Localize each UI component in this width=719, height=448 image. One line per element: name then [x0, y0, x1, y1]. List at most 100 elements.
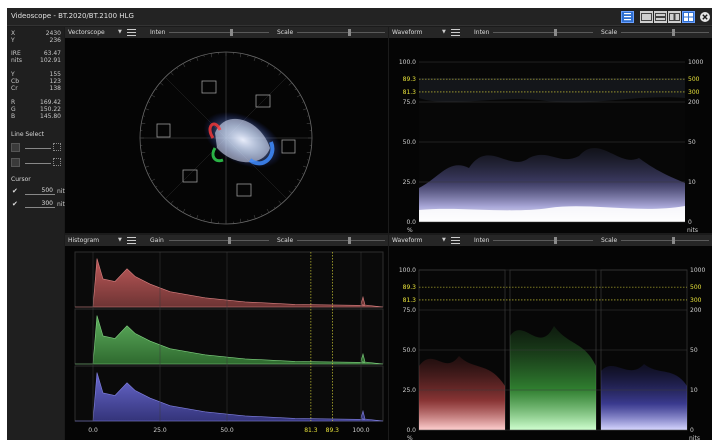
intensity-slider[interactable] — [493, 240, 593, 241]
scale-slider[interactable] — [621, 32, 709, 33]
list-view-button[interactable] — [621, 11, 634, 23]
chevron-down-icon[interactable]: ▼ — [442, 29, 446, 35]
left-unit-label: % — [407, 227, 413, 233]
left-tick-label: 25.0 — [403, 179, 417, 186]
menu-icon[interactable] — [450, 28, 461, 37]
right-tick-label: 10 — [688, 179, 696, 186]
close-icon — [700, 12, 710, 22]
crosshair-icon[interactable] — [53, 158, 61, 166]
scope-mode-select[interactable]: Waveform — [392, 237, 422, 244]
cursor-2-checkbox[interactable]: ✔ — [12, 200, 18, 208]
chevron-down-icon[interactable]: ▼ — [442, 237, 446, 243]
layout-columns-button[interactable] — [668, 11, 681, 23]
chevron-down-icon[interactable]: ▼ — [118, 237, 122, 243]
layout-quad-icon — [684, 13, 693, 21]
right-tick-label: 0 — [690, 427, 694, 434]
scope-mode-select[interactable]: Waveform — [392, 29, 422, 36]
scope-mode-select[interactable]: Vectorscope — [68, 29, 105, 36]
layout-rows-button[interactable] — [654, 11, 667, 23]
right-tick-label: 300 — [690, 297, 702, 304]
cursor-1-value-field[interactable]: 500 — [25, 187, 55, 195]
intensity-slider-thumb[interactable] — [553, 29, 557, 36]
x-tick-label: 100.0 — [352, 427, 369, 434]
intensity-slider[interactable] — [169, 32, 269, 33]
waveform-bottom-toolbar: Waveform ▼ Inten Scale — [389, 235, 712, 246]
right-unit-label: nits — [687, 227, 698, 233]
gain-slider[interactable] — [169, 240, 269, 241]
left-tick-label: 89.3 — [403, 284, 417, 291]
left-tick-label: 50.0 — [403, 347, 417, 354]
scale-slider[interactable] — [297, 240, 385, 241]
left-unit-label: % — [407, 435, 413, 440]
right-tick-label: 500 — [688, 76, 700, 83]
scale-label: Scale — [601, 29, 618, 36]
menu-icon[interactable] — [450, 236, 461, 245]
right-tick-label: 500 — [690, 284, 702, 291]
right-tick-label: 0 — [688, 219, 692, 226]
gain-label: Gain — [150, 237, 164, 244]
vectorscope-panel: Vectorscope ▼ Inten Scale — [65, 27, 388, 233]
left-tick-label: 25.0 — [403, 387, 417, 394]
right-tick-label: 200 — [688, 99, 700, 106]
left-tick-label: 89.3 — [403, 76, 417, 83]
gain-slider-thumb[interactable] — [227, 237, 231, 244]
scale-slider[interactable] — [297, 32, 385, 33]
readout-nits: nits 102.91 — [11, 57, 61, 64]
intensity-slider[interactable] — [493, 32, 593, 33]
histogram-toolbar: Histogram ▼ Gain Scale — [65, 235, 388, 246]
scale-slider-thumb[interactable] — [672, 237, 676, 244]
intensity-slider-thumb[interactable] — [229, 29, 233, 36]
left-tick-label: 50.0 — [403, 139, 417, 146]
cursor-tick-label: 89.3 — [326, 427, 340, 434]
left-tick-label: 81.3 — [403, 89, 417, 96]
left-tick-label: 0.0 — [406, 427, 416, 434]
readout-cr: Cr 138 — [11, 85, 61, 92]
line-select-marker-2[interactable] — [25, 163, 51, 164]
scale-slider[interactable] — [621, 240, 709, 241]
scale-slider-thumb[interactable] — [672, 29, 676, 36]
scale-slider-thumb[interactable] — [348, 237, 352, 244]
line-select-swatch-1[interactable] — [11, 143, 20, 152]
left-tick-label: 100.0 — [399, 59, 416, 66]
intensity-label: Inten — [474, 237, 490, 244]
layout-columns-icon — [669, 13, 680, 21]
intensity-slider-thumb[interactable] — [553, 237, 557, 244]
right-tick-label: 1000 — [690, 267, 705, 274]
crosshair-icon[interactable] — [53, 143, 61, 151]
waveform-parade-plot: 100.0 100089.3 50081.3 30075.0 20050.0 5025.0… — [399, 267, 706, 440]
vectorscope-toolbar: Vectorscope ▼ Inten Scale — [65, 27, 388, 38]
scope-mode-select[interactable]: Histogram — [68, 237, 99, 244]
x-tick-label: 25.0 — [153, 427, 167, 434]
scale-slider-thumb[interactable] — [348, 29, 352, 36]
close-button[interactable] — [699, 11, 711, 23]
layout-single-icon — [641, 13, 652, 21]
line-select-swatch-2[interactable] — [11, 158, 20, 167]
line-select-marker-1[interactable] — [25, 148, 51, 149]
right-tick-label: 200 — [690, 307, 702, 314]
left-tick-label: 81.3 — [403, 297, 417, 304]
cursor-2-value-field[interactable]: 300 — [25, 200, 55, 208]
left-tick-label: 75.0 — [403, 307, 417, 314]
vectorscope-graticule — [139, 51, 313, 225]
line-select-label: Line Select — [11, 131, 44, 138]
menu-icon[interactable] — [126, 236, 137, 245]
chevron-down-icon[interactable]: ▼ — [118, 29, 122, 35]
window-title: Videoscope - BT.2020/BT.2100 HLG — [11, 12, 134, 20]
layout-single-button[interactable] — [640, 11, 653, 23]
intensity-label: Inten — [150, 29, 166, 36]
cursor-label: Cursor — [11, 176, 31, 183]
right-tick-label: 10 — [690, 387, 698, 394]
x-tick-label: 0.0 — [88, 427, 98, 434]
right-tick-label: 300 — [688, 89, 700, 96]
left-tick-label: 75.0 — [403, 99, 417, 106]
layout-quad-button[interactable] — [682, 11, 695, 23]
menu-icon[interactable] — [126, 28, 137, 37]
cursor-1-checkbox[interactable]: ✔ — [12, 187, 18, 195]
scale-label: Scale — [277, 29, 294, 36]
left-tick-label: 100.0 — [399, 267, 416, 274]
right-tick-label: 50 — [688, 139, 696, 146]
cursor-tick-label: 81.3 — [304, 427, 318, 434]
list-icon — [624, 13, 631, 21]
histogram-plot: 0.0 25.0 50.0 100.0 81.3 89.3 — [74, 251, 384, 434]
left-tick-label: 0.0 — [406, 219, 416, 226]
